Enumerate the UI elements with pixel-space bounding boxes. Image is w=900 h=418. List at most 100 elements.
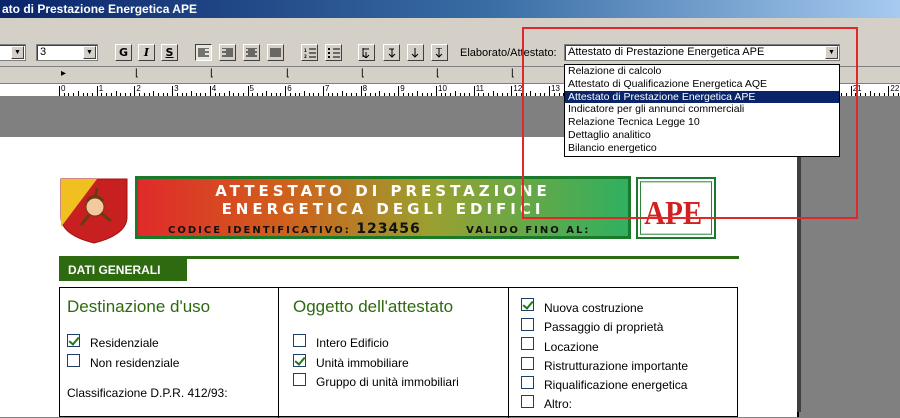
tab-stop-icon[interactable]: ⌊: [436, 68, 440, 80]
residenziale-checkbox[interactable]: [67, 334, 80, 347]
tab-stop-icon[interactable]: ⌊: [135, 68, 139, 80]
dropdown-option[interactable]: Dettaglio analitico: [565, 129, 839, 142]
formatting-toolbar: ▼ 3 ▼ G I S 12 Elaborato/Attestato: Atte…: [0, 18, 900, 67]
ruler-tick: [549, 86, 551, 96]
chevron-down-icon[interactable]: ▼: [83, 46, 96, 59]
ruler-tick: [497, 93, 499, 96]
ristrutturazione-checkbox[interactable]: [521, 357, 534, 370]
ruler-tick: [238, 93, 240, 96]
ruler-tick: [393, 93, 395, 96]
bullet-list-button[interactable]: [325, 44, 342, 61]
column-divider: [278, 288, 279, 418]
italic-button[interactable]: I: [138, 44, 155, 61]
indent-down-button[interactable]: [407, 44, 424, 61]
ruler-tick: [864, 93, 866, 96]
ruler-tick: [421, 93, 423, 96]
ruler-tick: [388, 93, 390, 96]
ruler-tick: [294, 93, 296, 96]
ruler-tick: [167, 93, 169, 96]
elaborato-dropdown-list[interactable]: Relazione di calcolo Attestato di Qualifi…: [564, 64, 840, 157]
ruler-tick: [850, 86, 852, 96]
classification-label: Classificazione D.P.R. 412/93:: [67, 386, 228, 400]
underline-button[interactable]: S: [161, 44, 178, 61]
non-residenziale-checkbox[interactable]: [67, 354, 80, 367]
elaborato-select[interactable]: Attestato di Prestazione Energetica APE …: [564, 44, 840, 61]
general-data-box: Destinazione d'uso Residenziale Non resi…: [59, 287, 738, 418]
chevron-down-icon[interactable]: ▼: [11, 46, 24, 59]
ruler-tick: [96, 86, 98, 96]
align-center-button[interactable]: [243, 44, 260, 61]
ruler-tick: [68, 93, 70, 96]
ruler-tick: [473, 86, 475, 96]
altro-checkbox[interactable]: [521, 395, 534, 408]
banner-line-2: ENERGETICA DEGLI EDIFICI: [221, 200, 545, 218]
ruler-tick: [205, 93, 207, 96]
dropdown-option[interactable]: Indicatore per gli annunci commerciali: [565, 103, 839, 116]
unita-immobiliare-checkbox[interactable]: [293, 354, 306, 367]
indent-first-button[interactable]: [358, 44, 375, 61]
ruler-tick: [874, 93, 876, 96]
dropdown-option[interactable]: Relazione Tecnica Legge 10: [565, 116, 839, 129]
ruler-tick: [157, 93, 159, 96]
ruler-tick: [888, 86, 890, 96]
ruler-tick: [115, 91, 117, 96]
unita-immobiliare-label: Unità immobiliare: [316, 356, 409, 370]
ruler-tick: [860, 93, 862, 96]
ruler-tick: [511, 86, 513, 96]
dropdown-option[interactable]: Attestato di Qualificazione Energetica A…: [565, 78, 839, 91]
ruler-tick: [256, 93, 258, 96]
ruler-tick: [91, 93, 93, 96]
tab-stop-icon[interactable]: ⌊: [511, 68, 515, 80]
ruler-tick: [878, 93, 880, 96]
indent-marker-icon[interactable]: ▸: [61, 68, 66, 80]
ruler-tick: [233, 93, 235, 96]
align-right-button[interactable]: [219, 44, 236, 61]
ruler-tick: [77, 91, 79, 96]
ruler-tick: [134, 86, 136, 96]
ruler-tick: [384, 93, 386, 96]
riqualificazione-checkbox[interactable]: [521, 376, 534, 389]
ruler-tick: [468, 93, 470, 96]
gruppo-unita-label: Gruppo di unità immobiliari: [316, 375, 459, 389]
dropdown-option[interactable]: Bilancio energetico: [565, 142, 839, 155]
numbered-list-button[interactable]: 12: [301, 44, 318, 61]
ruler-tick: [87, 93, 89, 96]
ruler-tick: [200, 93, 202, 96]
bold-button[interactable]: G: [115, 44, 132, 61]
font-size-combo[interactable]: 3 ▼: [36, 44, 98, 61]
locazione-checkbox[interactable]: [521, 337, 534, 350]
ruler-tick: [110, 93, 112, 96]
ape-header-banner: ATTESTATO DI PRESTAZIONE ENERGETICA DEGL…: [135, 176, 631, 239]
dropdown-option[interactable]: Attestato di Prestazione Energetica APE: [565, 90, 839, 104]
ruler-tick: [313, 93, 315, 96]
ruler-tick: [440, 93, 442, 96]
font-name-combo[interactable]: ▼: [0, 44, 26, 61]
ruler-tick: [271, 93, 273, 96]
nuova-costruzione-checkbox[interactable]: [521, 298, 534, 311]
tab-stop-icon[interactable]: ⌊: [361, 68, 365, 80]
ruler-tick: [247, 86, 249, 96]
ruler-tick: [454, 91, 456, 96]
chevron-down-icon[interactable]: ▼: [825, 46, 838, 59]
tab-stop-icon[interactable]: ⌊: [286, 68, 290, 80]
gruppo-unita-checkbox[interactable]: [293, 373, 306, 386]
indent-right-button[interactable]: [431, 44, 448, 61]
ruler-tick: [266, 91, 268, 96]
ruler-tick: [539, 93, 541, 96]
ruler-tick: [73, 93, 75, 96]
tab-stop-icon[interactable]: ⌊: [210, 68, 214, 80]
window-title-bar[interactable]: ato di Prestazione Energetica APE: [0, 0, 900, 18]
sicily-emblem-icon: [60, 178, 128, 244]
dropdown-option[interactable]: Relazione di calcolo: [565, 65, 839, 78]
justify-button[interactable]: [267, 44, 284, 61]
altro-label: Altro:: [544, 397, 573, 411]
intero-edificio-checkbox[interactable]: [293, 334, 306, 347]
passaggio-proprieta-label: Passaggio di proprietà: [544, 320, 664, 334]
indent-left-button[interactable]: [383, 44, 400, 61]
svg-text:APE: APE: [644, 195, 702, 232]
ruler-tick: [139, 93, 141, 96]
ruler-tick: [478, 93, 480, 96]
align-left-button[interactable]: [195, 44, 212, 61]
ruler-tick: [407, 93, 409, 96]
passaggio-proprieta-checkbox[interactable]: [521, 318, 534, 331]
